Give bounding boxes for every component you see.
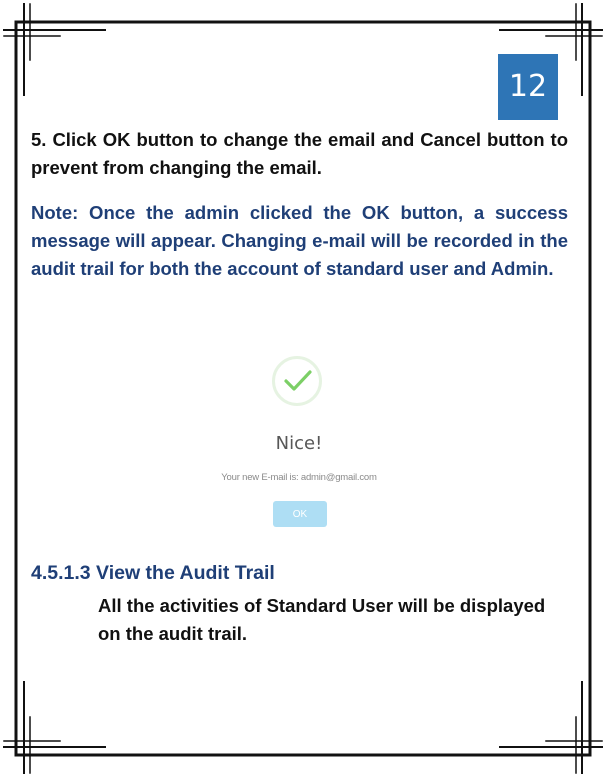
success-check-icon bbox=[272, 356, 322, 406]
success-dialog-screenshot: Nice! Your new E-mail is: admin@gmail.co… bbox=[166, 343, 432, 539]
section-heading: 4.5.1.3 View the Audit Trail bbox=[31, 562, 275, 584]
ok-button[interactable]: OK bbox=[273, 501, 327, 527]
note-text: Note: Once the admin clicked the OK butt… bbox=[31, 202, 568, 279]
dialog-title: Nice! bbox=[275, 433, 323, 454]
page-number-badge: 12 bbox=[498, 54, 558, 120]
dialog-message: Your new E-mail is: admin@gmail.com bbox=[221, 472, 377, 483]
step-instruction: 5. Click OK button to change the email a… bbox=[31, 129, 568, 178]
section-body: All the activities of Standard User will… bbox=[98, 595, 546, 644]
